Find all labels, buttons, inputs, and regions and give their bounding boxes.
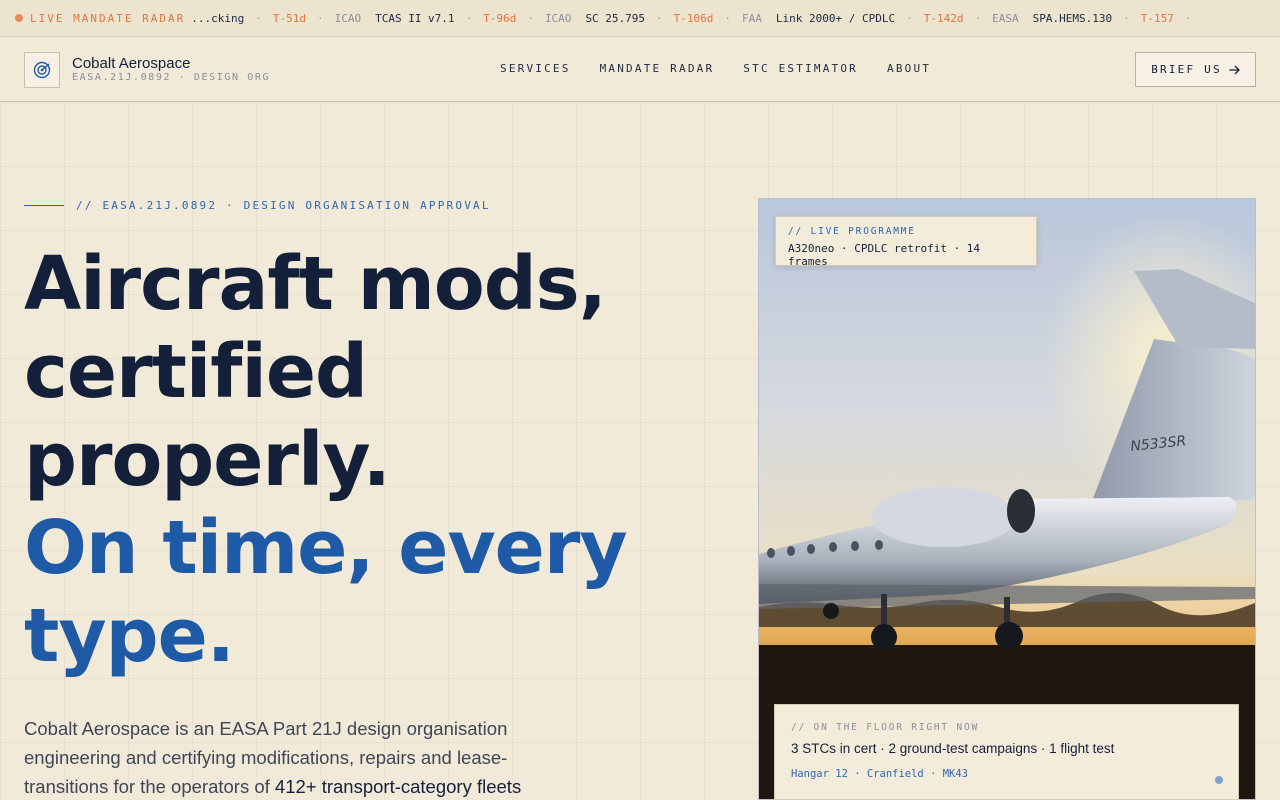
ticker-live-badge[interactable]: LIVE MANDATE RADAR	[0, 0, 192, 36]
eyebrow-text: // EASA.21J.0892 · DESIGN ORGANISATION A…	[76, 199, 491, 212]
on-the-floor-card[interactable]: // ON THE FLOOR RIGHT NOW 3 STCs in cert…	[774, 704, 1239, 800]
ticker-item-countdown: T-142d	[923, 11, 964, 25]
main-nav: SERVICES MANDATE RADAR STC ESTIMATOR ABO…	[500, 62, 960, 75]
ticker-separator: ·	[1184, 11, 1192, 25]
logo[interactable]	[24, 52, 60, 88]
ticker-item[interactable]: ...cking · T-51d · ICAO	[191, 12, 361, 25]
mandate-ticker: LIVE MANDATE RADAR ...cking · T-51d · ICAO TC…	[0, 0, 1280, 37]
eyebrow-rule	[24, 205, 64, 206]
ticker-item-authority: EASA	[992, 11, 1019, 25]
live-indicator-dot	[15, 14, 23, 22]
hero-headline: Aircraft mods, certified properly. On ti…	[24, 240, 664, 680]
ticker-separator: ·	[465, 11, 473, 25]
brand-subtitle: EASA.21J.0892 · DESIGN ORG	[72, 72, 271, 83]
live-programme-label: // LIVE PROGRAMME	[788, 226, 916, 237]
ticker-item[interactable]: SPA.HEMS.130 · T-157 ·	[1033, 12, 1203, 25]
ticker-separator: ·	[316, 11, 324, 25]
ticker-separator: ·	[906, 11, 913, 25]
floor-card-label: // ON THE FLOOR RIGHT NOW	[791, 722, 979, 733]
live-programme-value: A320neo · CPDLC retrofit · 14 frames	[788, 242, 981, 268]
ticker-separator: ·	[1123, 11, 1130, 25]
nav-link-about[interactable]: ABOUT	[887, 62, 931, 75]
target-logo-icon	[33, 61, 51, 79]
live-programme-chip[interactable]: // LIVE PROGRAMME A320neo · CPDLC retrof…	[775, 216, 1037, 268]
ticker-separator: ·	[255, 11, 262, 25]
brief-us-button[interactable]: BRIEF US	[1135, 52, 1256, 87]
ticker-item-name: Link 2000+ / CPDLC	[775, 11, 896, 25]
ticker-item-countdown: T-157	[1140, 11, 1174, 25]
headline-line-5: type.	[24, 593, 235, 679]
ticker-item-countdown: T-106d	[673, 11, 714, 25]
ticker-item-authority: ICAO	[544, 11, 572, 25]
headline-line-2: certified	[24, 329, 368, 415]
ticker-separator: ·	[724, 11, 732, 25]
hero-intro: Cobalt Aerospace is an EASA Part 21J des…	[24, 714, 584, 800]
ticker-item[interactable]: SC 25.795 · T-106d · FAA	[585, 12, 761, 25]
ticker-separator: ·	[527, 11, 534, 25]
ticker-item[interactable]: Link 2000+ / CPDLC · T-142d · EASA	[776, 12, 1019, 25]
ticker-separator: ·	[974, 11, 982, 25]
ticker-item-countdown: T-96d	[483, 11, 517, 25]
headline-line-3: properly.	[24, 417, 391, 503]
ticker-item-name: SC 25.795	[585, 11, 646, 25]
hero-eyebrow: // EASA.21J.0892 · DESIGN ORGANISATION A…	[24, 199, 491, 212]
ticker-item-authority: ICAO	[334, 11, 362, 25]
ticker-item[interactable]: TCAS II v7.1 · T-96d · ICAO	[375, 12, 571, 25]
brand-name[interactable]: Cobalt Aerospace	[72, 55, 190, 72]
headline-line-1: Aircraft mods,	[24, 241, 607, 327]
nav-link-stc-estimator[interactable]: STC ESTIMATOR	[743, 62, 858, 75]
headline-line-4: On time, every	[24, 505, 628, 591]
ticker-separator: ·	[656, 11, 663, 25]
ticker-live-label: LIVE MANDATE RADAR	[30, 11, 186, 25]
ticker-item-authority: FAA	[742, 11, 762, 25]
floor-card-location: Hangar 12 · Cranfield · MK43	[791, 768, 969, 780]
ticker-item-name: SPA.HEMS.130	[1032, 11, 1113, 25]
status-dot-icon	[1215, 776, 1223, 784]
ticker-item-countdown: T-51d	[272, 11, 306, 25]
arrow-right-icon	[1229, 65, 1240, 74]
ticker-item-name: ...cking	[191, 11, 245, 25]
ticker-track: ...cking · T-51d · ICAO TCAS II v7.1 · T-96d · IC…	[191, 12, 1216, 25]
intro-highlight: 412+ transport-category fleets	[274, 776, 522, 797]
brief-us-label: BRIEF US	[1151, 63, 1222, 76]
floor-card-stats: 3 STCs in cert · 2 ground-test campaigns…	[791, 741, 1115, 756]
ticker-item-name: TCAS II v7.1	[375, 11, 455, 25]
nav-link-mandate-radar[interactable]: MANDATE RADAR	[600, 62, 715, 75]
site-header: Cobalt Aerospace EASA.21J.0892 · DESIGN …	[0, 37, 1280, 102]
nav-link-services[interactable]: SERVICES	[500, 62, 571, 75]
